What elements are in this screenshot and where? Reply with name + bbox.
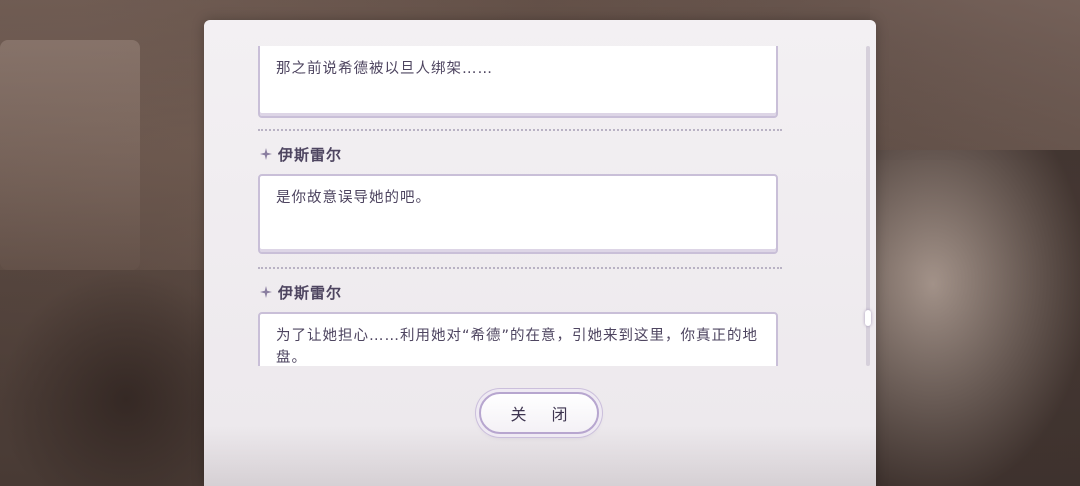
dialog-log-panel: 那之前说希德被以旦人绑架…… 伊斯雷尔 是你故意误导她的吧。 伊斯雷尔 为了让她… xyxy=(204,20,876,486)
dialog-textbox: 那之前说希德被以旦人绑架…… xyxy=(258,46,778,118)
panel-bottom-fade xyxy=(204,426,876,486)
background-figure-hand xyxy=(870,150,1080,486)
background-figure-shoulder xyxy=(870,0,1080,160)
sparkle-star-icon xyxy=(260,286,272,298)
speaker-name-row: 伊斯雷尔 xyxy=(260,144,342,164)
sparkle-star-icon xyxy=(260,148,272,160)
entry-divider xyxy=(258,129,782,131)
entry-divider xyxy=(258,267,782,269)
close-button[interactable]: 关 闭 xyxy=(479,392,599,434)
dialog-text: 是你故意误导她的吧。 xyxy=(276,190,431,206)
background-window xyxy=(0,40,140,270)
dialog-textbox: 是你故意误导她的吧。 xyxy=(258,174,778,254)
game-background: 那之前说希德被以旦人绑架…… 伊斯雷尔 是你故意误导她的吧。 伊斯雷尔 为了让她… xyxy=(0,0,1080,486)
speaker-name: 伊斯雷尔 xyxy=(278,145,343,164)
dialog-text: 为了让她担心……利用她对“希德”的在意，引她来到这里，你真正的地盘。 xyxy=(276,328,759,366)
background-shadow-left xyxy=(0,270,210,486)
speaker-name-row: 伊斯雷尔 xyxy=(260,282,342,302)
dialog-log-scroll-area[interactable]: 那之前说希德被以旦人绑架…… 伊斯雷尔 是你故意误导她的吧。 伊斯雷尔 为了让她… xyxy=(256,46,786,366)
speaker-name: 伊斯雷尔 xyxy=(278,283,343,302)
dialog-textbox: 为了让她担心……利用她对“希德”的在意，引她来到这里，你真正的地盘。 xyxy=(258,312,778,366)
dialog-text: 那之前说希德被以旦人绑架…… xyxy=(276,61,493,77)
scrollbar-thumb[interactable] xyxy=(865,310,871,326)
